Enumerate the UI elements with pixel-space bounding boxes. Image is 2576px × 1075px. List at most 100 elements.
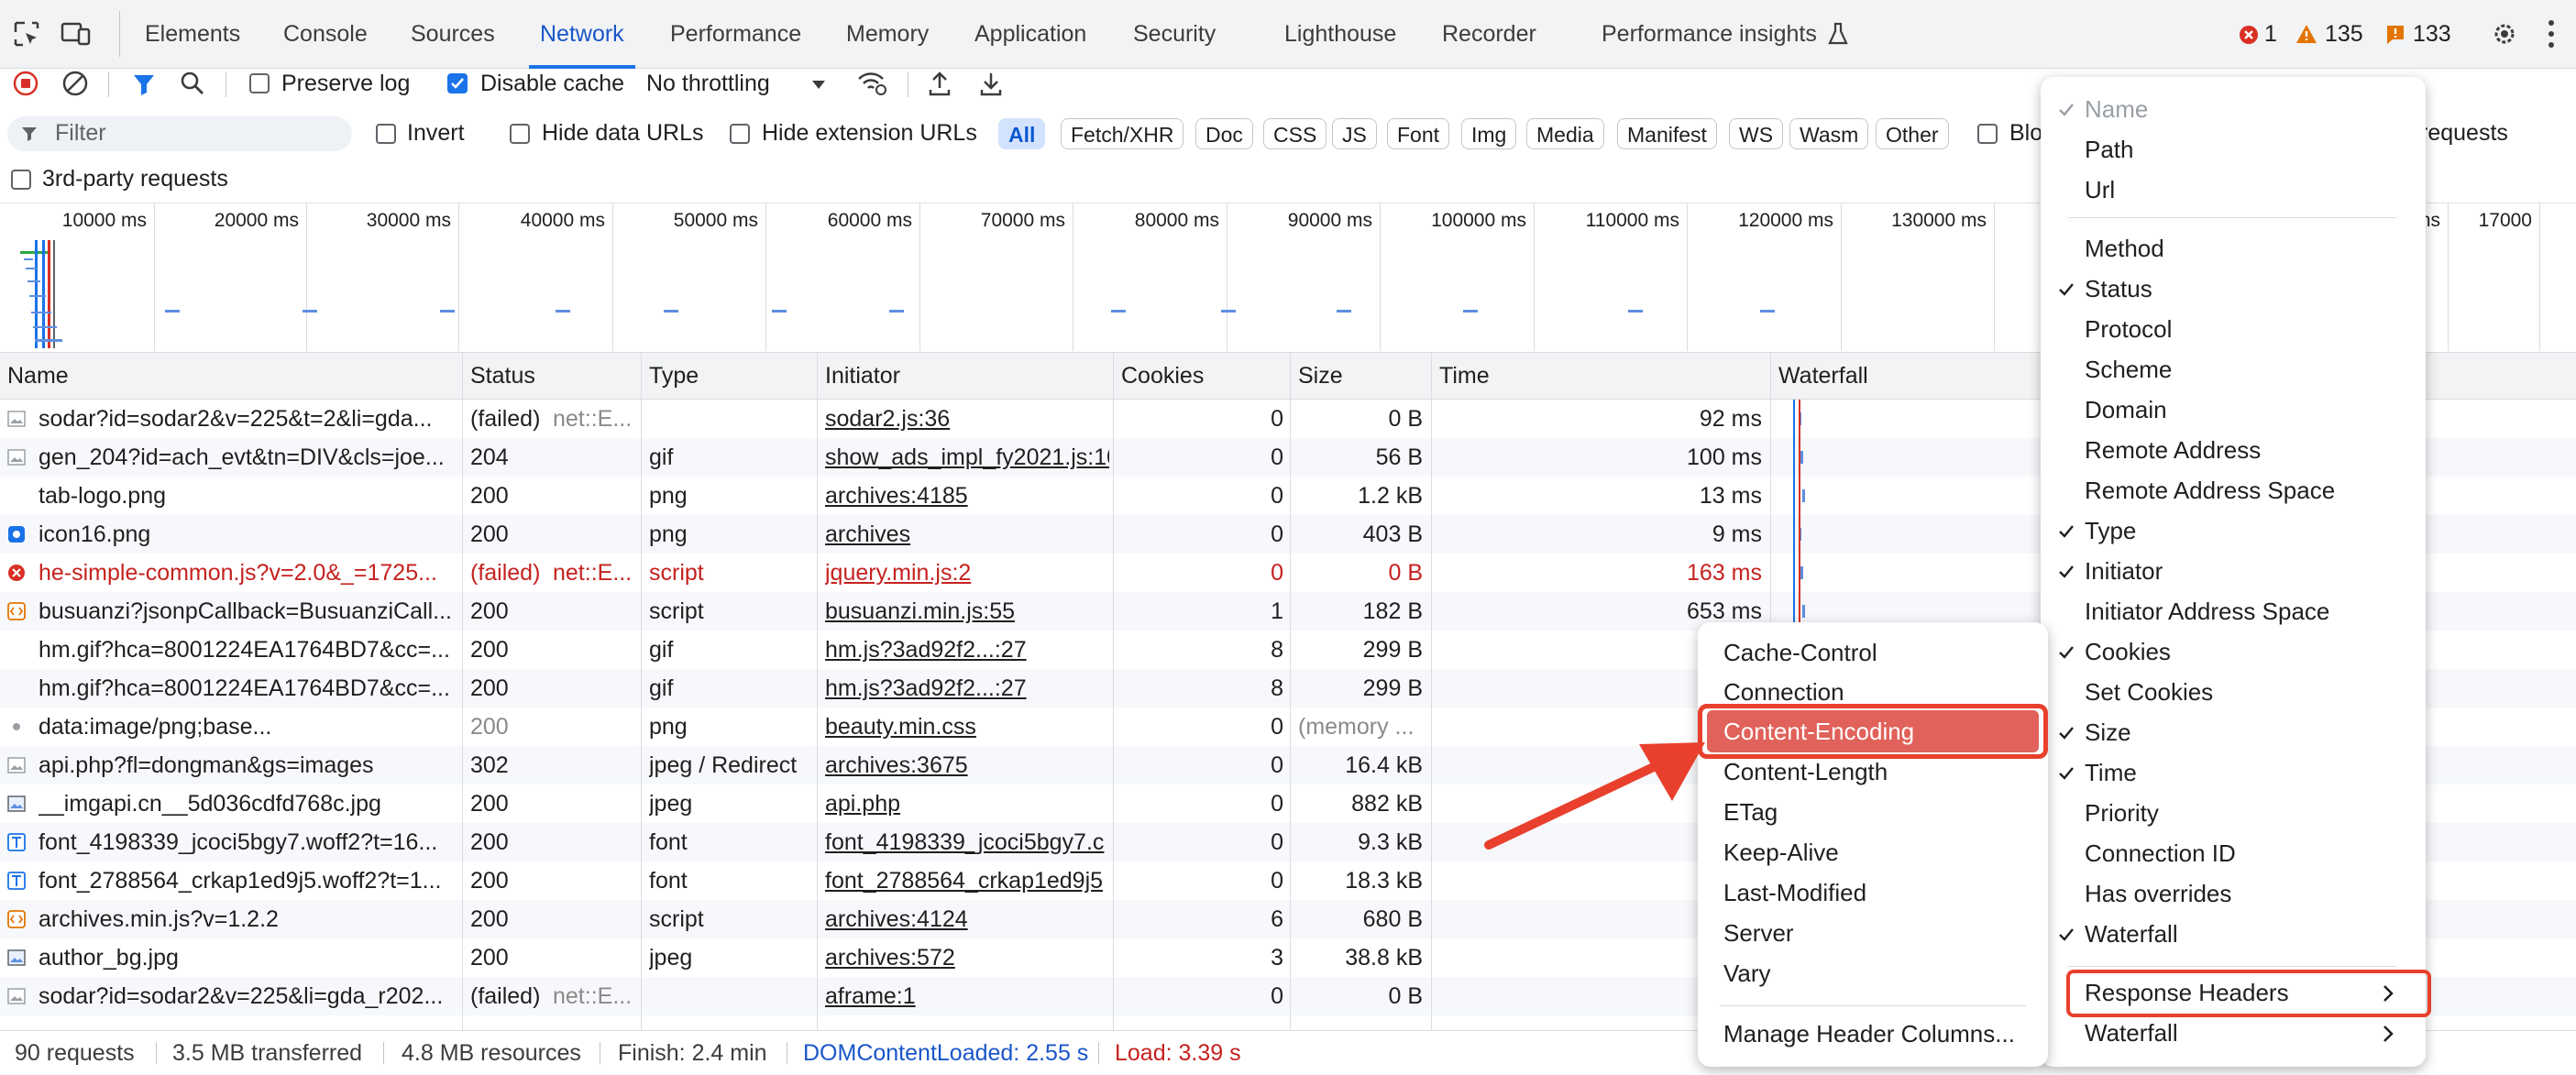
- column-option-set-cookies[interactable]: Set Cookies: [2085, 678, 2213, 707]
- column-header-name[interactable]: Name: [0, 353, 69, 399]
- column-header-time[interactable]: Time: [1432, 353, 1490, 399]
- tab-security[interactable]: Security: [1133, 0, 1216, 69]
- more-options-icon[interactable]: [2547, 18, 2556, 49]
- row-initiator-link[interactable]: busuanzi.min.js:55: [825, 592, 1109, 631]
- row-initiator-link[interactable]: api.php: [825, 784, 1109, 823]
- column-option-type[interactable]: Type: [2085, 517, 2136, 545]
- column-header-size[interactable]: Size: [1291, 353, 1343, 399]
- row-name[interactable]: archives.min.js?v=1.2.2: [39, 900, 456, 938]
- column-option-status[interactable]: Status: [2085, 275, 2152, 303]
- row-initiator-link[interactable]: archives:572: [825, 938, 1109, 977]
- chevron-down-icon[interactable]: [811, 78, 826, 89]
- inspect-element-icon[interactable]: [13, 20, 40, 48]
- type-filter-img[interactable]: Img: [1461, 118, 1517, 149]
- row-name[interactable]: tab-logo.png: [39, 477, 456, 515]
- header-option-connection[interactable]: Connection: [1723, 678, 1844, 707]
- type-filter-js[interactable]: JS: [1332, 118, 1377, 149]
- row-name[interactable]: icon16.png: [39, 515, 456, 554]
- issues-count-icon[interactable]: [2385, 24, 2405, 46]
- column-option-remote-address-space[interactable]: Remote Address Space: [2085, 477, 2335, 505]
- row-initiator-link[interactable]: archives:4124: [825, 900, 1109, 938]
- row-initiator-link[interactable]: font_4198339_jcoci5bgy7.c: [825, 823, 1109, 861]
- hide-data-urls-checkbox[interactable]: [510, 124, 530, 144]
- row-initiator-link[interactable]: archives: [825, 515, 1109, 554]
- clear-log-icon[interactable]: [62, 71, 88, 96]
- column-option-initiator[interactable]: Initiator: [2085, 557, 2163, 586]
- tab-application[interactable]: Application: [974, 0, 1086, 69]
- column-header-waterfall[interactable]: Waterfall: [1771, 353, 1868, 399]
- search-icon[interactable]: [180, 71, 205, 96]
- column-option-path[interactable]: Path: [2085, 136, 2134, 164]
- manage-header-columns-item[interactable]: Manage Header Columns...: [1723, 1020, 2015, 1048]
- tab-recorder[interactable]: Recorder: [1442, 0, 1536, 69]
- column-header-initiator[interactable]: Initiator: [818, 353, 900, 399]
- tab-network[interactable]: Network: [529, 0, 635, 69]
- row-initiator-link[interactable]: beauty.min.css: [825, 708, 1109, 746]
- record-stop-icon[interactable]: [13, 71, 39, 96]
- row-initiator-link[interactable]: archives:4185: [825, 477, 1109, 515]
- row-initiator-link[interactable]: hm.js?3ad92f2...:27: [825, 669, 1109, 708]
- disable-cache-checkbox[interactable]: [447, 73, 468, 93]
- row-name[interactable]: hm.gif?hca=8001224EA1764BD7&cc=...: [39, 631, 456, 669]
- throttling-select[interactable]: No throttling: [646, 71, 770, 97]
- column-option-url[interactable]: Url: [2085, 176, 2115, 204]
- header-option-last-modified[interactable]: Last-Modified: [1723, 879, 1866, 907]
- row-name[interactable]: sodar?id=sodar2&v=225&t=2&li=gda...: [39, 400, 456, 438]
- type-filter-font[interactable]: Font: [1387, 118, 1450, 149]
- header-option-keep-alive[interactable]: Keep-Alive: [1723, 839, 1839, 867]
- tab-elements[interactable]: Elements: [145, 0, 240, 69]
- row-initiator-link[interactable]: hm.js?3ad92f2...:27: [825, 631, 1109, 669]
- type-filter-wasm[interactable]: Wasm: [1789, 118, 1869, 149]
- column-option-initiator-address-space[interactable]: Initiator Address Space: [2085, 598, 2329, 626]
- row-name[interactable]: gen_204?id=ach_evt&tn=DIV&cls=joe...: [39, 438, 456, 477]
- column-option-cookies[interactable]: Cookies: [2085, 638, 2171, 666]
- settings-gear-icon[interactable]: [2490, 19, 2519, 49]
- column-option-protocol[interactable]: Protocol: [2085, 315, 2172, 344]
- column-header-cookies[interactable]: Cookies: [1114, 353, 1204, 399]
- header-option-vary[interactable]: Vary: [1723, 960, 1771, 988]
- row-name[interactable]: __imgapi.cn__5d036cdfd768c.jpg: [39, 784, 456, 823]
- tab-lighthouse[interactable]: Lighthouse: [1284, 0, 1396, 69]
- type-filter-doc[interactable]: Doc: [1195, 118, 1253, 149]
- row-name[interactable]: hm.gif?hca=8001224EA1764BD7&cc=...: [39, 669, 456, 708]
- row-name[interactable]: api.php?fl=dongman&gs=images: [39, 746, 456, 784]
- filter-funnel-icon[interactable]: [131, 71, 157, 97]
- header-option-content-length[interactable]: Content-Length: [1723, 758, 1888, 786]
- type-filter-ws[interactable]: WS: [1729, 118, 1784, 149]
- type-filter-fetch-xhr[interactable]: Fetch/XHR: [1061, 118, 1184, 149]
- row-name[interactable]: sodar?id=sodar2&v=225&li=gda_r202...: [39, 977, 456, 1015]
- column-option-time[interactable]: Time: [2085, 759, 2137, 787]
- column-option-has-overrides[interactable]: Has overrides: [2085, 880, 2231, 908]
- hide-extension-urls-checkbox[interactable]: [730, 124, 750, 144]
- row-initiator-link[interactable]: archives:3675: [825, 746, 1109, 784]
- header-option-etag[interactable]: ETag: [1723, 798, 1778, 827]
- tab-sources[interactable]: Sources: [411, 0, 495, 69]
- export-har-icon[interactable]: [979, 70, 1003, 97]
- column-option-size[interactable]: Size: [2085, 718, 2131, 747]
- warning-count-icon[interactable]: [2295, 24, 2317, 44]
- row-initiator-link[interactable]: jquery.min.js:2: [825, 554, 1109, 592]
- type-filter-other[interactable]: Other: [1876, 118, 1949, 149]
- row-initiator-link[interactable]: font_2788564_crkap1ed9j5: [825, 861, 1109, 900]
- header-option-cache-control[interactable]: Cache-Control: [1723, 639, 1877, 667]
- tab-memory[interactable]: Memory: [846, 0, 929, 69]
- tab-performance-insights[interactable]: Performance insights: [1602, 0, 1817, 69]
- blocked-requests-checkbox[interactable]: [1977, 124, 1998, 144]
- column-option-method[interactable]: Method: [2085, 235, 2164, 263]
- row-name[interactable]: data:image/png;base...: [39, 708, 456, 746]
- row-name[interactable]: font_2788564_crkap1ed9j5.woff2?t=1...: [39, 861, 456, 900]
- invert-checkbox[interactable]: [376, 124, 396, 144]
- import-har-icon[interactable]: [928, 70, 952, 97]
- network-conditions-icon[interactable]: [856, 70, 887, 97]
- column-option-waterfall[interactable]: Waterfall: [2085, 920, 2178, 949]
- type-filter-manifest[interactable]: Manifest: [1617, 118, 1717, 149]
- row-name[interactable]: author_bg.jpg: [39, 938, 456, 977]
- column-option-scheme[interactable]: Scheme: [2085, 356, 2172, 384]
- tab-performance[interactable]: Performance: [670, 0, 801, 69]
- type-filter-all[interactable]: All: [998, 118, 1046, 149]
- type-filter-css[interactable]: CSS: [1263, 118, 1327, 149]
- preserve-log-checkbox[interactable]: [249, 73, 270, 93]
- row-name[interactable]: he-simple-common.js?v=2.0&_=1725...: [39, 554, 456, 592]
- column-header-type[interactable]: Type: [642, 353, 699, 399]
- row-name[interactable]: font_4198339_jcoci5bgy7.woff2?t=16...: [39, 823, 456, 861]
